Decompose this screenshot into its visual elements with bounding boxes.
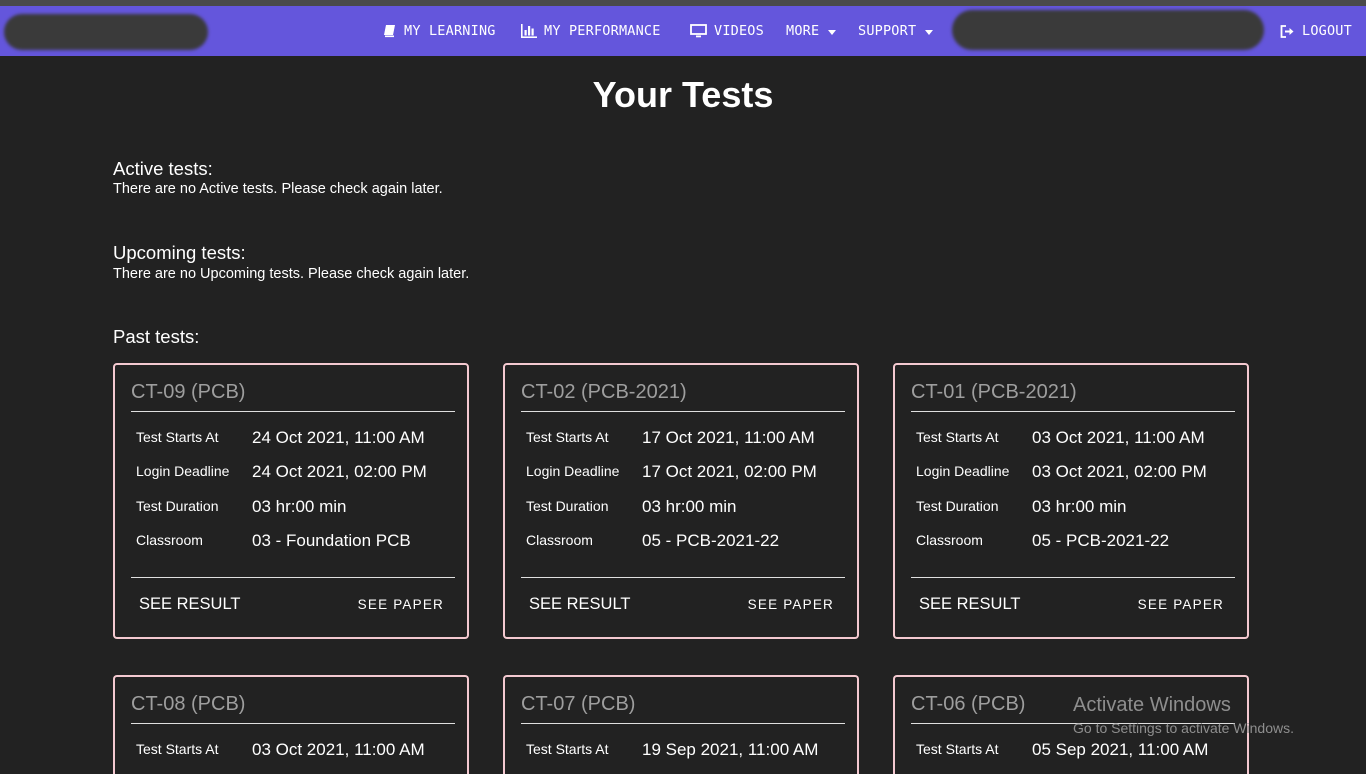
divider bbox=[521, 723, 845, 724]
divider bbox=[911, 577, 1235, 578]
test-card: CT-01 (PCB-2021) Test Starts At 03 Oct 2… bbox=[893, 363, 1249, 639]
nav-logout-label: LOGOUT bbox=[1302, 23, 1352, 39]
test-card-title: CT-02 (PCB-2021) bbox=[521, 381, 687, 403]
chevron-down-icon bbox=[925, 29, 934, 35]
login-deadline-value: 24 Oct 2021, 02:00 PM bbox=[252, 462, 427, 481]
test-card: CT-02 (PCB-2021) Test Starts At 17 Oct 2… bbox=[503, 363, 859, 639]
classroom-value: 05 - PCB-2021-22 bbox=[1032, 531, 1170, 550]
test-duration-label: Test Duration bbox=[916, 498, 999, 514]
test-starts-value: 05 Sep 2021, 11:00 AM bbox=[1032, 740, 1209, 759]
test-starts-label: Test Starts At bbox=[916, 741, 999, 757]
test-starts-label: Test Starts At bbox=[526, 741, 609, 757]
login-deadline-label: Login Deadline bbox=[136, 463, 230, 479]
test-card-title: CT-07 (PCB) bbox=[521, 693, 636, 715]
test-duration-value: 03 hr:00 min bbox=[252, 497, 347, 516]
nav-my-learning[interactable]: MY LEARNING bbox=[383, 6, 496, 56]
classroom-label: Classroom bbox=[136, 532, 203, 548]
divider bbox=[131, 411, 455, 412]
divider bbox=[521, 577, 845, 578]
test-starts-label: Test Starts At bbox=[136, 429, 219, 445]
test-duration-value: 03 hr:00 min bbox=[1032, 497, 1127, 516]
test-starts-label: Test Starts At bbox=[916, 429, 999, 445]
chevron-down-icon bbox=[828, 29, 837, 35]
activate-windows-watermark-title: Activate Windows bbox=[1073, 694, 1231, 716]
divider bbox=[131, 577, 455, 578]
test-card-title: CT-09 (PCB) bbox=[131, 381, 246, 403]
nav-videos[interactable]: VIDEOS bbox=[690, 6, 764, 56]
classroom-label: Classroom bbox=[916, 532, 983, 548]
login-deadline-value: 03 Oct 2021, 02:00 PM bbox=[1032, 462, 1207, 481]
test-starts-label: Test Starts At bbox=[526, 429, 609, 445]
test-duration-label: Test Duration bbox=[526, 498, 609, 514]
nav-more-label: MORE bbox=[786, 23, 820, 39]
test-starts-value: 24 Oct 2021, 11:00 AM bbox=[252, 428, 425, 447]
nav-videos-label: VIDEOS bbox=[714, 23, 764, 39]
classroom-label: Classroom bbox=[526, 532, 593, 548]
test-starts-value: 17 Oct 2021, 11:00 AM bbox=[642, 428, 815, 447]
test-starts-value: 03 Oct 2021, 11:00 AM bbox=[1032, 428, 1205, 447]
divider bbox=[521, 411, 845, 412]
test-starts-label: Test Starts At bbox=[136, 741, 219, 757]
past-tests-heading: Past tests: bbox=[113, 326, 200, 347]
test-duration-label: Test Duration bbox=[136, 498, 219, 514]
classroom-value: 03 - Foundation PCB bbox=[252, 531, 411, 550]
classroom-value: 05 - PCB-2021-22 bbox=[642, 531, 780, 550]
divider bbox=[131, 723, 455, 724]
activate-windows-watermark-subtitle: Go to Settings to activate Windows. bbox=[1073, 720, 1294, 736]
nav-my-performance[interactable]: MY PERFORMANCE bbox=[521, 6, 661, 56]
test-starts-value: 19 Sep 2021, 11:00 AM bbox=[642, 740, 819, 759]
nav-my-performance-label: MY PERFORMANCE bbox=[544, 23, 661, 39]
login-deadline-label: Login Deadline bbox=[916, 463, 1010, 479]
monitor-icon bbox=[690, 24, 707, 38]
see-result-button[interactable]: SEE RESULT bbox=[139, 595, 240, 614]
bar-chart-icon bbox=[521, 24, 537, 38]
see-paper-button[interactable]: SEE PAPER bbox=[358, 597, 444, 612]
test-card-title: CT-01 (PCB-2021) bbox=[911, 381, 1077, 403]
nav-more-dropdown[interactable]: MORE bbox=[786, 6, 837, 56]
test-card: CT-08 (PCB) Test Starts At 03 Oct 2021, … bbox=[113, 675, 469, 774]
nav-support-label: SUPPORT bbox=[858, 23, 917, 39]
test-starts-value: 03 Oct 2021, 11:00 AM bbox=[252, 740, 425, 759]
upcoming-tests-empty-message: There are no Upcoming tests. Please chec… bbox=[113, 266, 470, 282]
top-navbar: MY LEARNING MY PERFORMANCE VIDEOS MORE S… bbox=[0, 6, 1366, 56]
redacted-user-scribble bbox=[952, 10, 1264, 50]
nav-support-dropdown[interactable]: SUPPORT bbox=[858, 6, 934, 56]
see-result-button[interactable]: SEE RESULT bbox=[919, 595, 1020, 614]
test-duration-value: 03 hr:00 min bbox=[642, 497, 737, 516]
active-tests-empty-message: There are no Active tests. Please check … bbox=[113, 181, 443, 197]
see-result-button[interactable]: SEE RESULT bbox=[529, 595, 630, 614]
redacted-brand-scribble bbox=[4, 14, 208, 50]
see-paper-button[interactable]: SEE PAPER bbox=[1138, 597, 1224, 612]
test-card-title: CT-06 (PCB) bbox=[911, 693, 1026, 715]
login-deadline-label: Login Deadline bbox=[526, 463, 620, 479]
active-tests-heading: Active tests: bbox=[113, 158, 213, 179]
login-deadline-value: 17 Oct 2021, 02:00 PM bbox=[642, 462, 817, 481]
page-title: Your Tests bbox=[592, 74, 774, 115]
divider bbox=[911, 411, 1235, 412]
upcoming-tests-heading: Upcoming tests: bbox=[113, 242, 246, 263]
test-card-title: CT-08 (PCB) bbox=[131, 693, 246, 715]
nav-logout[interactable]: LOGOUT bbox=[1280, 6, 1352, 56]
test-card: CT-07 (PCB) Test Starts At 19 Sep 2021, … bbox=[503, 675, 859, 774]
nav-my-learning-label: MY LEARNING bbox=[404, 23, 496, 39]
see-paper-button[interactable]: SEE PAPER bbox=[748, 597, 834, 612]
test-card: CT-09 (PCB) Test Starts At 24 Oct 2021, … bbox=[113, 363, 469, 639]
book-icon bbox=[383, 24, 397, 38]
logout-icon bbox=[1280, 24, 1295, 38]
